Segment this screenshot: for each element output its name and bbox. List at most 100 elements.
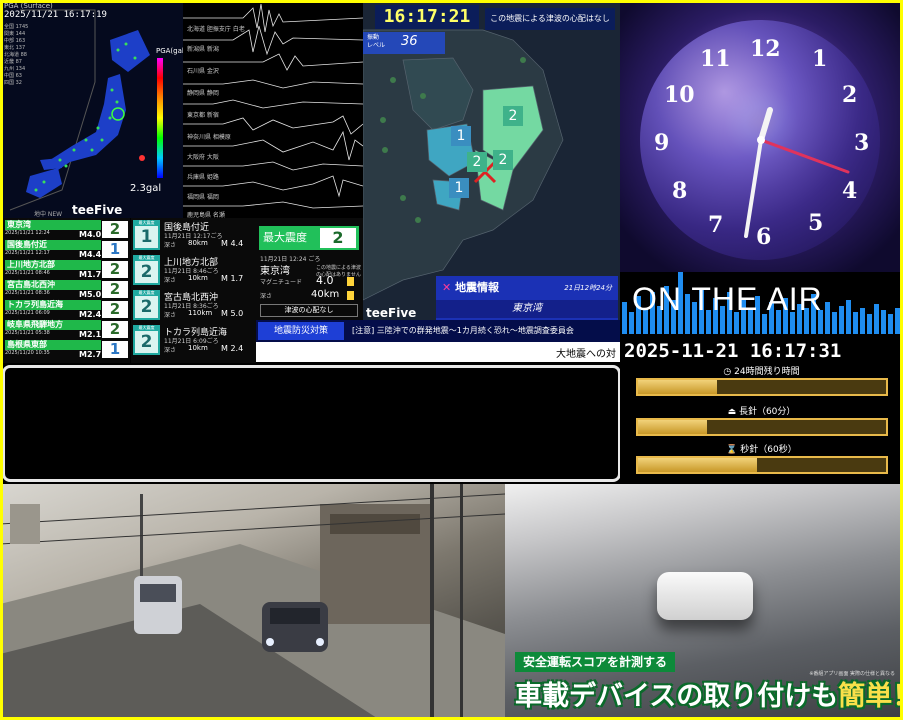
secondary-ticker-text: 大地震への対 [556,349,616,360]
quake-detail-list: 最大震度 1 国後島付近 11月21日 12:17ごろ 深さ 80km M 4.4… [131,218,256,363]
quake-intensity: 1 [102,341,128,358]
quake-place: 宮古島北西沖 [5,280,101,290]
ticker-text: [注意] 三陸沖での群発地震～1カ月続く恐れ～地震調査委員会 [352,326,574,335]
secondary-ticker: 大地震への対 [256,342,620,362]
quake-list-row[interactable]: トカラ列島近海 2025/11/21 06:09 M2.4 2 [3,300,130,319]
japan-pga-map-panel: PGA (Surface) 2025/11/21 16:17:19 全国 174… [0,0,183,218]
quake-magnitude: M5.0 [79,290,102,299]
quake-date: 2025/11/21 05:38 [5,330,50,336]
magnitude-value: M 2.4 [221,344,244,353]
magnitude-value: M 5.0 [221,309,244,318]
cam2-caption-main-b: 簡単！ [838,681,903,712]
quake-list-row[interactable]: 島根県東部 2025/11/20 10:35 M2.7 1 [3,340,130,359]
badge-value: 2 [135,261,158,283]
quake-list-row[interactable]: 上川地方北部 2025/11/21 08:46 M1.7 2 [3,260,130,279]
seismo-station-label: 新潟県 新潟 [187,46,219,53]
seismo-station-label: 鹿児島県 名瀬 [187,212,225,218]
progress-label: ⏏ 長針（60分） [727,407,796,417]
cross-icon: ✕ [442,281,452,294]
progress-fill [638,420,708,434]
magnitude-indicator [347,277,354,286]
progress-bar-24h [636,378,888,396]
intensity-marker: 1 [451,126,471,146]
badge-value: 2 [135,331,158,353]
magnitude-value: 4.0 [316,274,334,287]
quake-intensity: 2 [102,281,128,298]
recent-quake-list: 東京湾 2025/11/21 12:24 M4.0 2 国後島付近 2025/1… [0,218,130,363]
depth-value: 10km [188,274,208,282]
quake-place: 上川地方北部 [5,260,101,270]
on-air-text: ON THE AIR [632,281,823,317]
quake-detail-row[interactable]: 最大震度 1 国後島付近 11月21日 12:17ごろ 深さ 80km M 4.4 [133,218,255,252]
quake-intensity: 1 [102,241,128,258]
pga-color-scale [157,58,163,178]
pga-credit: 地中 NEW [34,211,63,218]
max-intensity-value: 2 [320,228,356,248]
depth-value: 110km [188,309,213,317]
quake-magnitude: M2.4 [79,310,102,319]
quake-magnitude: M4.4 [79,250,102,259]
seismograph-panel: 北海道 胆振支庁 白老 新潟県 新潟 石川県 金沢 静岡県 静岡 東京都 新宿 … [183,0,363,218]
quake-magnitude: M2.1 [79,330,102,339]
kanto-intensity-map-panel: 2 1 2 2 1 16:17:21 振動 レベル 36 この地震による津波の心… [363,0,620,320]
depth-label: 深さ [164,347,177,354]
quake-place: 国後島付近 [5,240,101,250]
quake-intensity: 2 [102,321,128,338]
max-panel-location: 東京湾 [260,266,290,277]
pga-scale-label: PGA(gal) [156,47,183,55]
quake-info-place: 東京湾 [436,300,618,318]
quake-place: トカラ列島近海 [5,300,101,310]
kanto-clock: 16:17:21 [375,5,479,29]
vibration-level-box: 振動 レベル 36 [363,32,445,54]
tsunami-status: 津波の心配なし [260,304,358,317]
quake-place: 東京湾 [5,220,101,230]
quake-intensity: 2 [102,221,128,238]
progress-label: ⌛ 秒針（60秒） [726,445,797,455]
quake-intensity: 2 [102,261,128,278]
quake-magnitude: M1.7 [79,270,102,279]
quake-detail-row[interactable]: 最大震度 2 上川地方北部 11月21日 8:46ごろ 深さ 10km M 1.7 [133,253,255,287]
seismo-station-label: 東京都 新宿 [187,112,219,119]
quake-info-box: ✕ 地震情報 21日12時24分 東京湾 [436,276,618,320]
quake-date: 2025/11/21 08:36 [5,290,50,296]
intensity-badge: 最大震度 2 [133,325,160,355]
progress-bar-minute [636,418,888,436]
quake-list-row[interactable]: 宮古島北西沖 2025/11/21 08:36 M5.0 2 [3,280,130,299]
progress-fill [638,458,758,472]
quake-date: 2025/11/21 12:17 [5,250,50,256]
depth-indicator [347,291,354,300]
intensity-marker: 1 [449,178,469,198]
cam2-caption-top: 安全運転スコアを計測する [515,652,676,672]
vibration-level-label: 振動 レベル [367,34,386,49]
quake-info-title-row: ✕ 地震情報 [442,279,499,295]
depth-value: 80km [188,239,208,247]
intensity-badge: 最大震度 2 [133,290,160,320]
blank-message-box [2,365,621,482]
depth-label: 深さ [164,277,177,284]
seismo-station-label: 神奈川県 相模原 [187,134,231,141]
quake-detail-row[interactable]: 最大震度 2 宮古島北西沖 11月21日 8:36ごろ 深さ 110km M 5.… [133,288,255,322]
quake-list-row[interactable]: 岐阜県飛騨地方 2025/11/21 05:38 M2.1 2 [3,320,130,339]
quake-detail-row[interactable]: 最大震度 2 トカラ列島近海 11月21日 6:09ごろ 深さ 10km M 2.… [133,323,255,357]
clock-center [757,136,765,144]
depth-label: 深さ [164,242,177,249]
depth-label: 深さ [164,312,177,319]
minute-hand [744,138,763,238]
street-scene [0,484,505,720]
quake-info-date: 21日12時24分 [564,284,612,292]
datetime-progress-panel: 2025-11-21 16:17:31 ◷ 24時間残り時間 ⏏ 長針（60分）… [620,336,903,486]
badge-value: 1 [135,226,158,248]
progress-bar-second [636,456,888,474]
quake-list-row[interactable]: 東京湾 2025/11/21 12:24 M4.0 2 [3,220,130,239]
seismo-station-label: 北海道 胆振支庁 白老 [187,26,245,33]
quake-magnitude: M2.7 [79,350,102,359]
teefive-logo: teeFive [72,203,123,217]
kanto-tsunami-note: この地震による津波の心配はなし [485,8,615,30]
analog-clock-panel: 12 1 2 3 4 5 6 7 8 9 10 11 [620,0,903,272]
progress-label: ◷ 24時間残り時間 [723,367,800,377]
depth-value: 40km [311,289,340,300]
quake-list-row[interactable]: 国後島付近 2025/11/21 12:17 M4.4 1 [3,240,130,259]
vibration-level-value: 36 [401,34,418,49]
hour-hand [758,107,773,143]
seismo-station-label: 石川県 金沢 [187,68,219,75]
